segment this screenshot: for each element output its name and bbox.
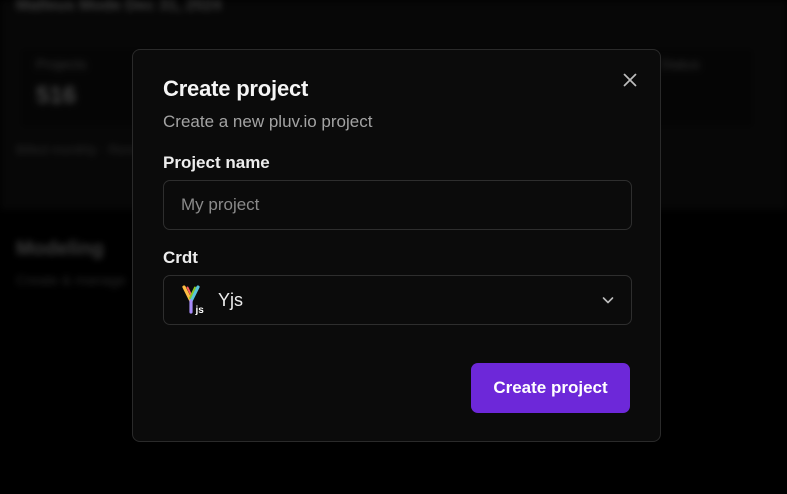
- yjs-logo-icon: js: [182, 285, 205, 315]
- create-project-button[interactable]: Create project: [471, 363, 630, 413]
- chevron-down-icon: [602, 297, 614, 304]
- project-name-field-wrapper: [163, 180, 632, 230]
- dialog-title: Create project: [163, 76, 309, 101]
- project-name-input[interactable]: [179, 194, 616, 216]
- crdt-label: Crdt: [163, 248, 198, 267]
- crdt-selected-value: Yjs: [218, 289, 244, 310]
- crdt-select[interactable]: js Yjs: [163, 275, 632, 325]
- svg-text:js: js: [195, 305, 205, 315]
- close-button[interactable]: [620, 70, 640, 90]
- background-stat-label-2: Status: [660, 56, 700, 72]
- background-stat-label: Projects: [36, 56, 87, 72]
- project-name-label: Project name: [163, 153, 270, 172]
- create-project-dialog: Create project Create a new pluv.io proj…: [132, 49, 661, 442]
- screen: Malleus Mode Dec 31, 2024 Projects 516 S…: [0, 0, 787, 494]
- background-section-subtitle: Create & manage: [16, 272, 126, 288]
- background-stat-value: 516: [36, 82, 77, 109]
- dialog-subtitle: Create a new pluv.io project: [163, 112, 373, 131]
- background-page-title: Malleus Mode Dec 31, 2024: [16, 0, 222, 14]
- close-icon: [623, 73, 637, 87]
- background-section-title: Modeling: [16, 238, 104, 260]
